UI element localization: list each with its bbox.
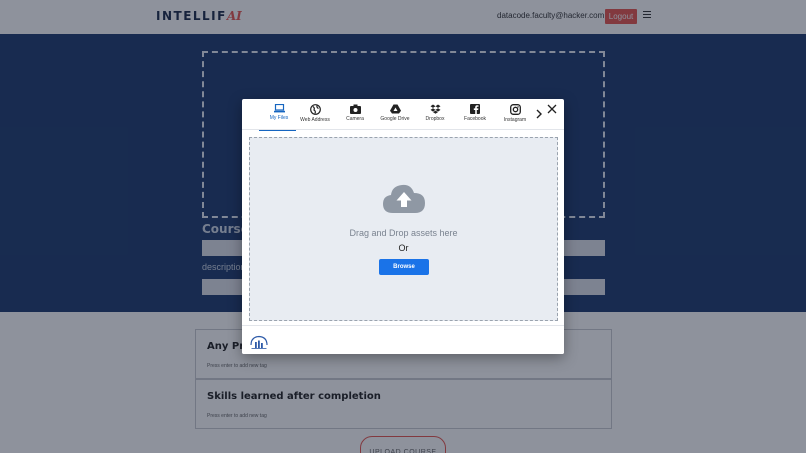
- tab-label: Web Address: [300, 117, 330, 123]
- tab-dropbox[interactable]: Dropbox: [415, 103, 455, 129]
- or-separator: Or: [398, 243, 409, 253]
- instagram-icon: [509, 104, 521, 115]
- globe-icon: [309, 104, 321, 115]
- tab-web-address[interactable]: Web Address: [295, 103, 335, 129]
- laptop-icon: [273, 104, 285, 113]
- close-icon[interactable]: [547, 104, 557, 114]
- tab-label: Instagram: [503, 117, 527, 123]
- tab-camera[interactable]: Camera: [335, 103, 375, 129]
- cloud-upload-icon: [383, 184, 425, 213]
- drag-drop-instruction: Drag and Drop assets here: [349, 228, 458, 238]
- file-drop-area[interactable]: Drag and Drop assets here Or Browse: [249, 137, 558, 321]
- file-picker-modal: My Files Web Address Camera Google Drive…: [242, 99, 564, 354]
- tab-label: My Files: [269, 115, 289, 121]
- tab-google-drive[interactable]: Google Drive: [375, 103, 415, 129]
- picker-footer: [242, 325, 564, 354]
- dropbox-icon: [430, 104, 440, 114]
- tab-instagram[interactable]: Instagram: [495, 103, 535, 129]
- cloud-bars-logo-icon: [250, 335, 268, 349]
- tab-label: Dropbox: [425, 116, 445, 122]
- tab-label: Google Drive: [380, 116, 410, 122]
- facebook-icon: [470, 104, 480, 114]
- source-tabs: My Files Web Address Camera Google Drive…: [242, 99, 564, 131]
- tab-label: Facebook: [464, 116, 486, 122]
- google-drive-icon: [389, 104, 401, 114]
- browse-button[interactable]: Browse: [379, 259, 429, 275]
- camera-icon: [349, 104, 361, 114]
- chevron-right-icon[interactable]: [535, 108, 543, 120]
- tab-my-files[interactable]: My Files: [259, 103, 299, 131]
- tab-facebook[interactable]: Facebook: [455, 103, 495, 129]
- tab-label: Camera: [346, 116, 364, 122]
